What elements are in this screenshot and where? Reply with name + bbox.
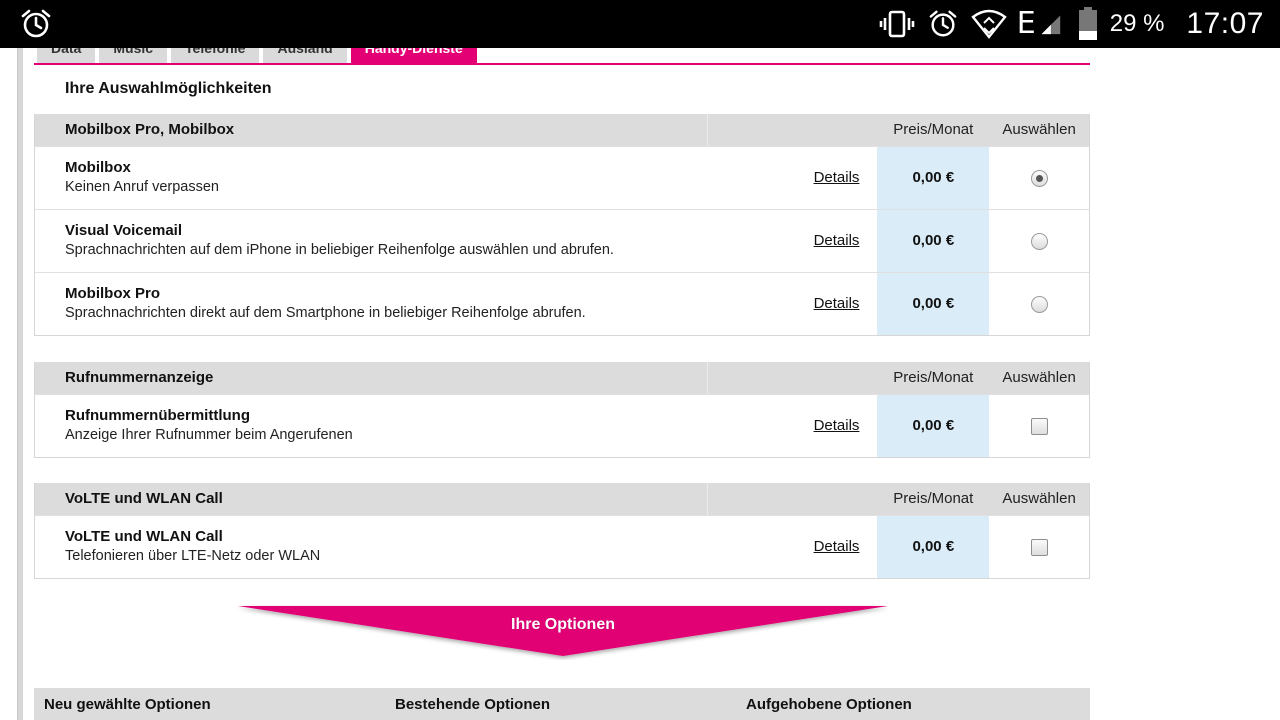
select-column-header: Auswählen <box>1002 121 1076 138</box>
alarm-clock-icon <box>929 10 957 37</box>
section-title: Mobilbox Pro, Mobilbox <box>35 114 708 146</box>
price-column-header: Preis/Monat <box>893 369 974 386</box>
tab-telefonie[interactable]: Telefonie <box>171 48 260 64</box>
section-header: Mobilbox Pro, Mobilbox Preis/Monat Auswä… <box>35 114 1089 146</box>
tab-music[interactable]: Music <box>99 48 168 64</box>
tab-data[interactable]: Data <box>37 48 96 64</box>
column-header-cancelled-options: Aufgehobene Optionen <box>746 696 912 713</box>
select-checkbox[interactable] <box>1030 417 1048 435</box>
tab-ausland[interactable]: Ausland <box>263 48 347 64</box>
signal-icon <box>1041 15 1060 35</box>
option-name: Visual Voicemail <box>65 222 183 239</box>
select-column-header: Auswählen <box>1002 369 1076 386</box>
details-link[interactable]: Details <box>708 210 878 272</box>
network-type: E <box>1016 6 1036 41</box>
option-description: Sprachnachrichten direkt auf dem Smartph… <box>65 305 586 321</box>
option-price: 0,00 € <box>877 210 990 272</box>
option-name: Rufnummernübermittlung <box>65 407 250 424</box>
option-name: VoLTE und WLAN Call <box>65 528 223 545</box>
section-volte-wlan-call: VoLTE und WLAN Call Preis/Monat Auswähle… <box>34 483 1090 579</box>
details-link[interactable]: Details <box>708 147 878 209</box>
clock: 17:07 <box>1186 7 1264 40</box>
details-link[interactable]: Details <box>708 516 878 578</box>
option-row-mobilbox-pro: Mobilbox Pro Sprachnachrichten direkt auf… <box>35 272 1089 335</box>
option-row-rufnummernuebermittlung: Rufnummernübermittlung Anzeige Ihrer Rufn… <box>35 394 1089 457</box>
category-tabs: Data Music Telefonie Ausland Handy-Diens… <box>37 48 477 64</box>
price-column-header: Preis/Monat <box>893 490 974 507</box>
option-description: Keinen Anruf verpassen <box>65 179 219 195</box>
section-mobilbox: Mobilbox Pro, Mobilbox Preis/Monat Auswä… <box>34 114 1090 336</box>
page-heading: Ihre Auswahlmöglichkeiten <box>65 80 272 97</box>
option-price: 0,00 € <box>877 395 990 457</box>
column-header-new-options: Neu gewählte Optionen <box>44 696 211 713</box>
section-rufnummernanzeige: Rufnummernanzeige Preis/Monat Auswählen … <box>34 362 1090 458</box>
alarm-clock-icon <box>21 9 51 38</box>
option-name: Mobilbox <box>65 159 131 176</box>
tab-handy-dienste[interactable]: Handy-Dienste <box>350 48 477 64</box>
vibrate-icon <box>879 10 915 38</box>
option-row-volte-wlan-call: VoLTE und WLAN Call Telefonieren über LTE… <box>35 515 1089 578</box>
price-column-header: Preis/Monat <box>893 121 974 138</box>
options-table-header: Neu gewählte Optionen Bestehende Optione… <box>34 688 1090 720</box>
select-radio[interactable] <box>1030 295 1048 313</box>
tab-underline <box>34 63 1090 65</box>
option-row-mobilbox: Mobilbox Keinen Anruf verpassen Details 0… <box>35 146 1089 209</box>
web-page: Data Music Telefonie Ausland Handy-Diens… <box>0 48 1280 720</box>
option-row-visual-voicemail: Visual Voicemail Sprachnachrichten auf de… <box>35 209 1089 272</box>
battery-percent: 29 % <box>1109 10 1165 37</box>
option-description: Sprachnachrichten auf dem iPhone in beli… <box>65 242 614 258</box>
details-link[interactable]: Details <box>708 395 878 457</box>
select-checkbox[interactable] <box>1030 538 1048 556</box>
option-price: 0,00 € <box>877 516 990 578</box>
section-title: VoLTE und WLAN Call <box>35 483 708 515</box>
wifi-icon <box>971 9 1007 39</box>
select-column-header: Auswählen <box>1002 490 1076 507</box>
battery-icon <box>1078 7 1097 40</box>
option-price: 0,00 € <box>877 147 990 209</box>
details-link[interactable]: Details <box>708 273 878 335</box>
select-radio[interactable] <box>1030 169 1048 187</box>
option-description: Telefonieren über LTE-Netz oder WLAN <box>65 548 321 564</box>
page-left-border <box>17 48 23 720</box>
select-radio[interactable] <box>1030 232 1048 250</box>
option-name: Mobilbox Pro <box>65 285 160 302</box>
option-price: 0,00 € <box>877 273 990 335</box>
option-description: Anzeige Ihrer Rufnummer beim Angerufenen <box>65 427 353 443</box>
options-banner-label: Ihre Optionen <box>511 616 615 633</box>
section-title: Rufnummernanzeige <box>35 362 708 394</box>
section-header: Rufnummernanzeige Preis/Monat Auswählen <box>35 362 1089 394</box>
status-bar: E 29 % 17:07 <box>0 0 1280 48</box>
column-header-existing-options: Bestehende Optionen <box>395 696 551 713</box>
section-header: VoLTE und WLAN Call Preis/Monat Auswähle… <box>35 483 1089 515</box>
